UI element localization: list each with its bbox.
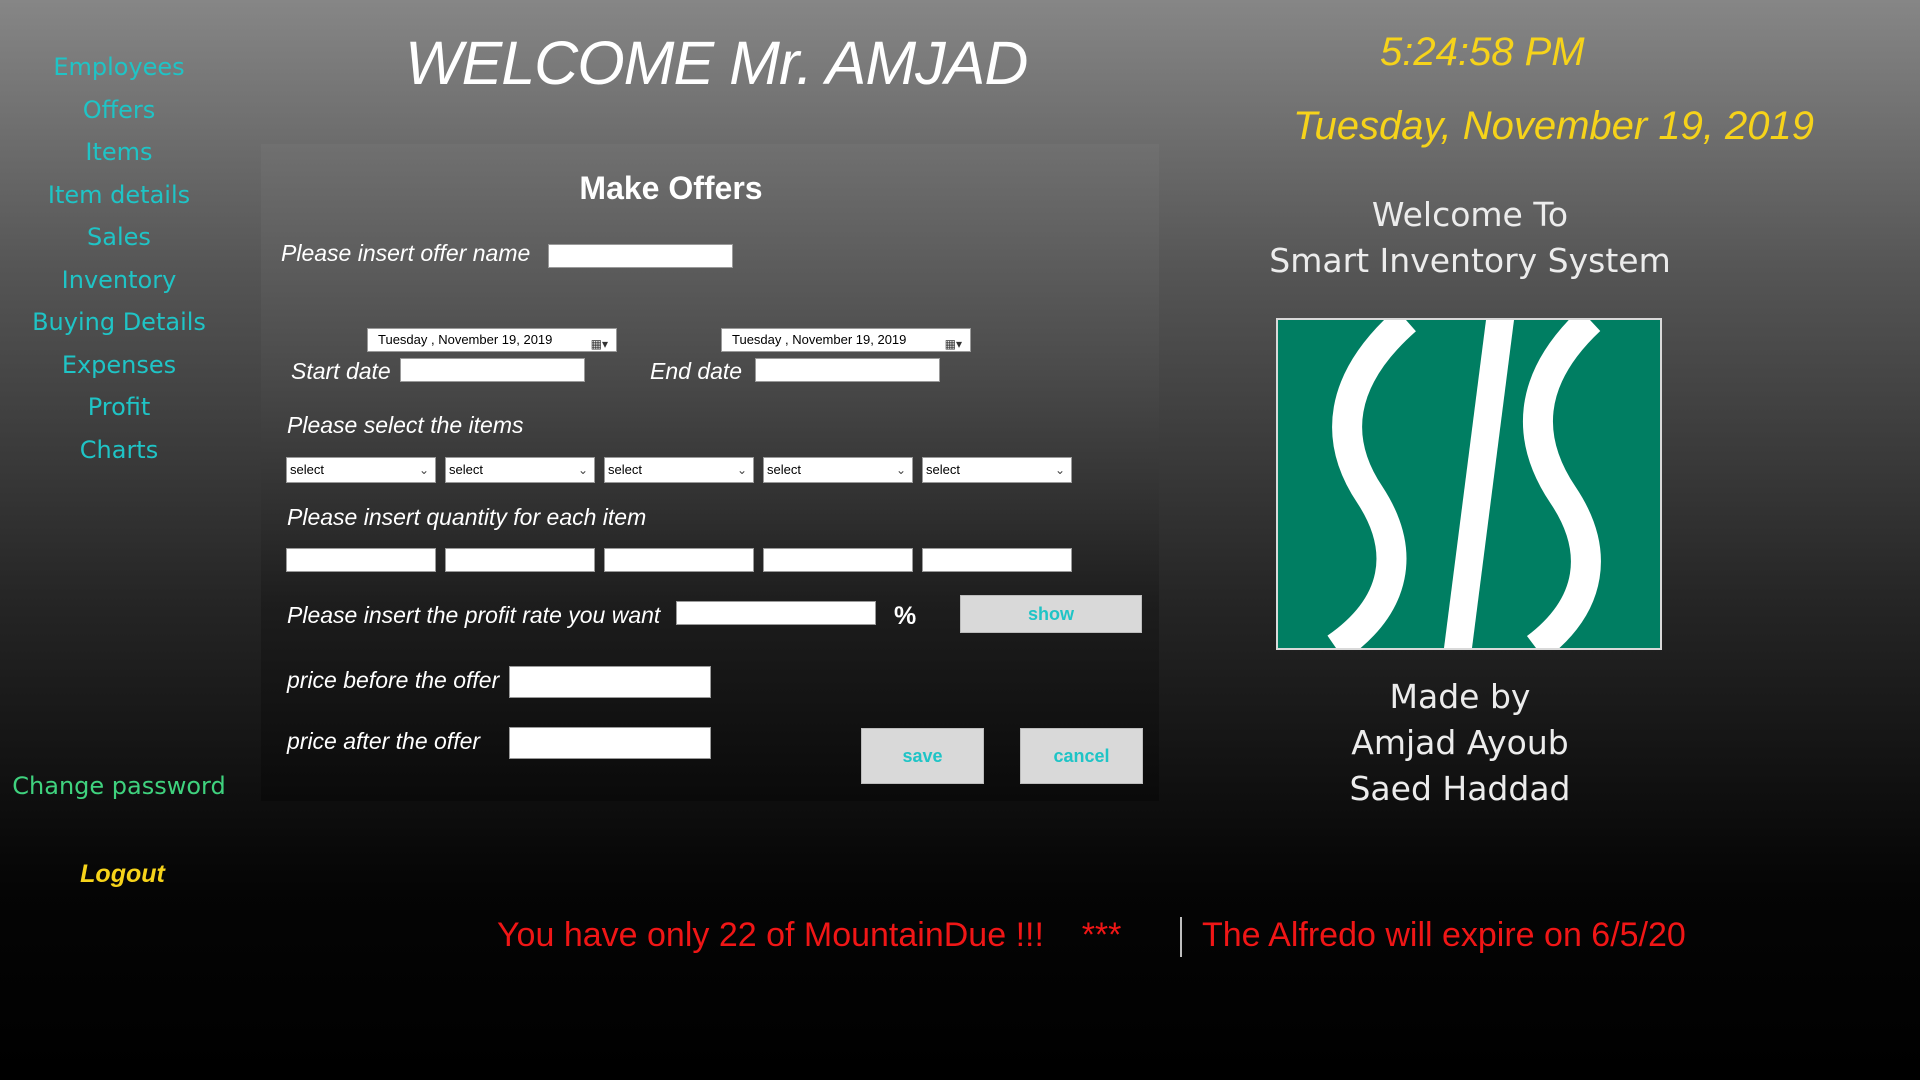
offer-name-input[interactable]	[548, 244, 733, 268]
sidebar-item-inventory[interactable]: Inventory	[0, 259, 238, 302]
panel-title: Make Offers	[579, 170, 763, 206]
item-select-value: select	[767, 462, 801, 477]
sidebar-item-employees[interactable]: Employees	[0, 46, 238, 89]
page-title: WELCOME Mr. AMJAD	[405, 29, 1028, 97]
credits: Made by Amjad Ayoub Saed Haddad	[1260, 674, 1660, 812]
sidebar-item-expenses[interactable]: Expenses	[0, 344, 238, 387]
quantity-input-4[interactable]	[763, 548, 913, 572]
item-select-value: select	[926, 462, 960, 477]
current-date: Tuesday, November 19, 2019	[1293, 104, 1815, 148]
end-date-input[interactable]	[755, 358, 940, 382]
item-select-4[interactable]: select ⌄	[763, 457, 913, 483]
show-button[interactable]: show	[960, 595, 1142, 633]
system-name-text: Smart Inventory System	[1269, 241, 1671, 280]
make-offers-panel: Make Offers Please insert offer name Tue…	[261, 144, 1159, 801]
sidebar-item-offers[interactable]: Offers	[0, 89, 238, 132]
start-date-input[interactable]	[400, 358, 585, 382]
sidebar-item-items[interactable]: Items	[0, 131, 238, 174]
sidebar-item-charts[interactable]: Charts	[0, 429, 238, 472]
quantity-input-5[interactable]	[922, 548, 1072, 572]
chevron-down-icon: ⌄	[577, 463, 588, 477]
offer-name-label: Please insert offer name	[281, 240, 531, 266]
start-date-picker-value: Tuesday , November 19, 2019	[378, 332, 553, 347]
sidebar-item-profit[interactable]: Profit	[0, 386, 238, 429]
end-date-picker[interactable]: Tuesday , November 19, 2019 ▦▾	[721, 328, 971, 352]
quantity-input-1[interactable]	[286, 548, 436, 572]
percent-symbol: %	[894, 602, 917, 630]
price-after-label: price after the offer	[287, 728, 481, 754]
calendar-icon[interactable]: ▦▾	[945, 333, 962, 355]
chevron-down-icon: ⌄	[736, 463, 747, 477]
item-select-value: select	[290, 462, 324, 477]
sidebar-item-buying-details[interactable]: Buying Details	[0, 301, 238, 344]
price-before-input[interactable]	[509, 666, 711, 698]
sidebar-item-item-details[interactable]: Item details	[0, 174, 238, 217]
change-password-link[interactable]: Change password	[0, 772, 238, 800]
expiry-alert: The Alfredo will expire on 6/5/20	[1202, 916, 1686, 954]
price-before-label: price before the offer	[287, 667, 500, 693]
end-date-picker-value: Tuesday , November 19, 2019	[732, 332, 907, 347]
quantity-input-2[interactable]	[445, 548, 595, 572]
profit-rate-label: Please insert the profit rate you want	[287, 602, 661, 628]
cancel-button[interactable]: cancel	[1020, 728, 1143, 784]
profit-rate-input[interactable]	[676, 601, 876, 625]
logout-link[interactable]: Logout	[0, 860, 245, 889]
end-date-label: End date	[650, 358, 743, 384]
chevron-down-icon: ⌄	[895, 463, 906, 477]
ticker-separator	[1180, 917, 1182, 957]
item-select-3[interactable]: select ⌄	[604, 457, 754, 483]
made-by-text: Made by	[1389, 677, 1531, 716]
sis-logo-graphic	[1327, 308, 1601, 661]
welcome-to-text: Welcome To	[1371, 195, 1569, 234]
quantity-input-3[interactable]	[604, 548, 754, 572]
clock-time: 5:24:58 PM	[1380, 30, 1585, 74]
author-name: Saed Haddad	[1349, 769, 1571, 808]
save-button[interactable]: save	[861, 728, 984, 784]
item-select-value: select	[449, 462, 483, 477]
chevron-down-icon: ⌄	[418, 463, 429, 477]
sidebar-nav: Employees Offers Items Item details Sale…	[0, 46, 238, 471]
price-after-input[interactable]	[509, 727, 711, 759]
author-name: Amjad Ayoub	[1351, 723, 1569, 762]
start-date-picker[interactable]: Tuesday , November 19, 2019 ▦▾	[367, 328, 617, 352]
chevron-down-icon: ⌄	[1054, 463, 1065, 477]
item-select-2[interactable]: select ⌄	[445, 457, 595, 483]
start-date-label: Start date	[291, 358, 391, 384]
system-welcome: Welcome To Smart Inventory System	[1240, 192, 1700, 284]
quantity-label: Please insert quantity for each item	[287, 504, 647, 530]
item-select-value: select	[608, 462, 642, 477]
select-items-label: Please select the items	[287, 412, 524, 438]
sis-logo	[1276, 308, 1662, 661]
calendar-icon[interactable]: ▦▾	[591, 333, 608, 355]
item-select-5[interactable]: select ⌄	[922, 457, 1072, 483]
sidebar-item-sales[interactable]: Sales	[0, 216, 238, 259]
item-select-1[interactable]: select ⌄	[286, 457, 436, 483]
low-stock-alert: You have only 22 of MountainDue !!! ***	[497, 916, 1122, 954]
